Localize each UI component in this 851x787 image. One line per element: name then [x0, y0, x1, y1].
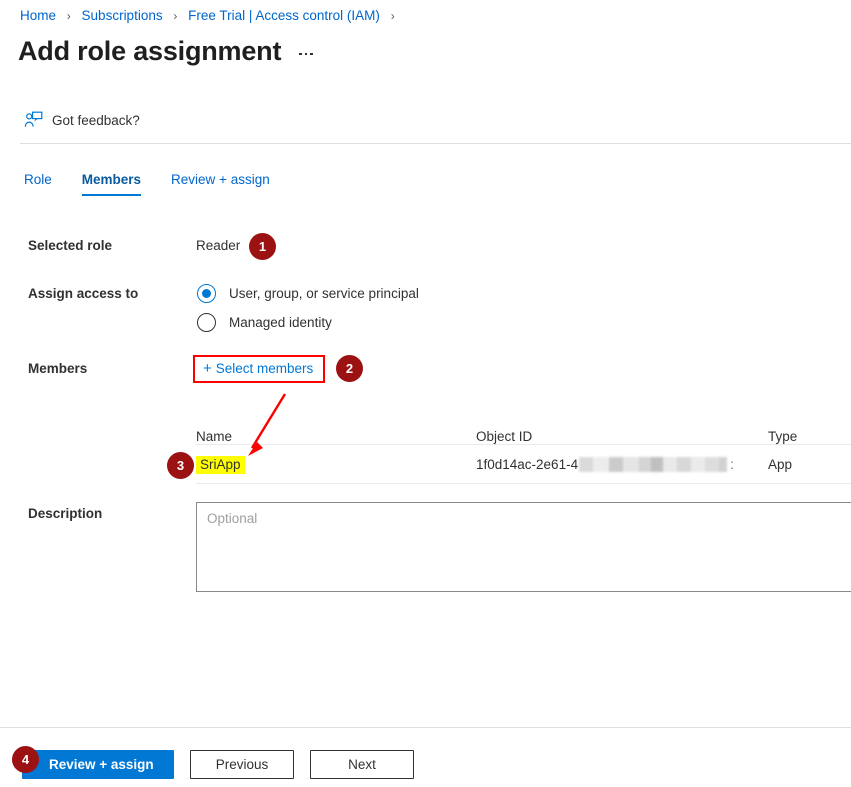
add-role-assignment-page: Home › Subscriptions › Free Trial | Acce… — [0, 0, 851, 787]
breadcrumb-item-access-control[interactable]: Free Trial | Access control (IAM) — [188, 8, 380, 23]
annotation-badge-2: 2 — [336, 355, 363, 382]
assign-access-to-label: Assign access to — [28, 286, 139, 301]
radio-user-group-service-principal[interactable]: User, group, or service principal — [197, 284, 419, 303]
review-assign-button[interactable]: Review + assign — [22, 750, 174, 779]
got-feedback-button[interactable]: Got feedback? — [24, 111, 140, 131]
feedback-bar: Got feedback? — [0, 104, 851, 137]
select-members-label: Select members — [215, 361, 314, 376]
member-object-id-cell: 1f0d14ac-2e61-4 : — [476, 456, 768, 472]
breadcrumb: Home › Subscriptions › Free Trial | Acce… — [20, 6, 402, 26]
radio-label: Managed identity — [229, 315, 332, 330]
radio-managed-identity[interactable]: Managed identity — [197, 313, 332, 332]
member-type-cell: App — [768, 456, 793, 472]
annotation-badge-3: 3 — [167, 452, 194, 479]
breadcrumb-separator: › — [173, 9, 178, 23]
select-members-button[interactable]: + Select members — [203, 360, 313, 377]
member-name-cell: SriApp — [196, 455, 476, 474]
tab-review-assign[interactable]: Review + assign — [171, 170, 286, 196]
breadcrumb-separator-trailing: › — [390, 9, 395, 23]
person-feedback-icon — [24, 111, 43, 131]
column-header-name: Name — [196, 429, 233, 444]
dot — [304, 52, 308, 56]
dot — [310, 52, 313, 56]
column-header-type: Type — [768, 429, 798, 444]
more-options-icon[interactable] — [295, 47, 317, 56]
footer-actions: Review + assign Previous Next — [22, 750, 414, 779]
title-row: Add role assignment — [18, 34, 317, 68]
tab-bar: Role Members Review + assign — [24, 170, 300, 196]
breadcrumb-item-home[interactable]: Home — [20, 8, 56, 23]
members-table: Name Object ID Type SriApp 1f0d14ac-2e61… — [196, 410, 851, 484]
description-label: Description — [28, 506, 103, 521]
description-input[interactable] — [196, 502, 851, 592]
table-header-row: Name Object ID Type — [196, 410, 851, 444]
selected-role-label: Selected role — [28, 238, 113, 253]
selected-role-value: Reader — [196, 238, 241, 253]
header-divider — [20, 143, 851, 144]
table-divider — [196, 483, 851, 484]
radio-label: User, group, or service principal — [229, 286, 419, 301]
plus-icon: + — [203, 360, 212, 377]
previous-button[interactable]: Previous — [190, 750, 294, 779]
radio-selected-icon — [197, 284, 216, 303]
table-row[interactable]: SriApp 1f0d14ac-2e61-4 : App — [196, 445, 851, 483]
member-name-sriapp: SriApp — [196, 455, 245, 474]
radio-unselected-icon — [197, 313, 216, 332]
dot — [299, 52, 302, 56]
members-label: Members — [28, 361, 88, 376]
tab-members[interactable]: Members — [81, 170, 157, 196]
object-id-tail: : — [730, 456, 734, 472]
page-title: Add role assignment — [18, 36, 282, 66]
select-members-callout-box: + Select members — [193, 355, 326, 383]
column-header-object-id: Object ID — [476, 429, 533, 444]
breadcrumb-separator: › — [66, 9, 71, 23]
got-feedback-label: Got feedback? — [52, 113, 140, 128]
object-id-visible-text: 1f0d14ac-2e61-4 — [476, 456, 579, 472]
annotation-badge-1: 1 — [249, 233, 276, 260]
annotation-badge-4: 4 — [12, 746, 39, 773]
tab-role[interactable]: Role — [24, 170, 68, 196]
next-button[interactable]: Next — [310, 750, 414, 779]
object-id-redaction-block — [579, 456, 728, 472]
footer-divider — [0, 727, 851, 728]
breadcrumb-item-subscriptions[interactable]: Subscriptions — [82, 8, 163, 23]
